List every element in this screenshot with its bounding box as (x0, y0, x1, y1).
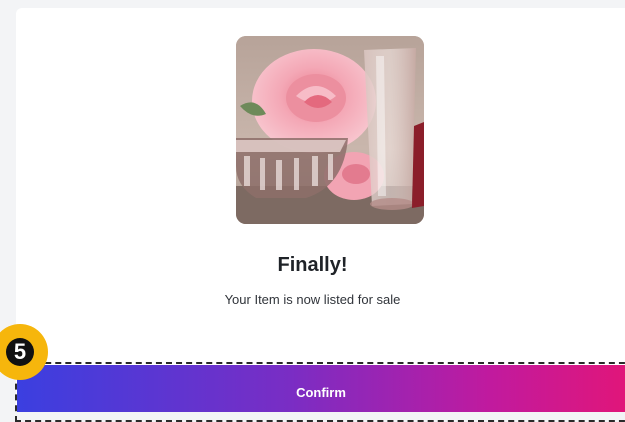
rose-still-life-image (236, 36, 424, 224)
success-message: Your Item is now listed for sale (224, 292, 401, 307)
confirm-button[interactable]: Confirm (17, 365, 625, 412)
step-number: 5 (6, 338, 34, 366)
success-title: Finally! (277, 254, 348, 276)
listed-item-image (236, 36, 424, 224)
